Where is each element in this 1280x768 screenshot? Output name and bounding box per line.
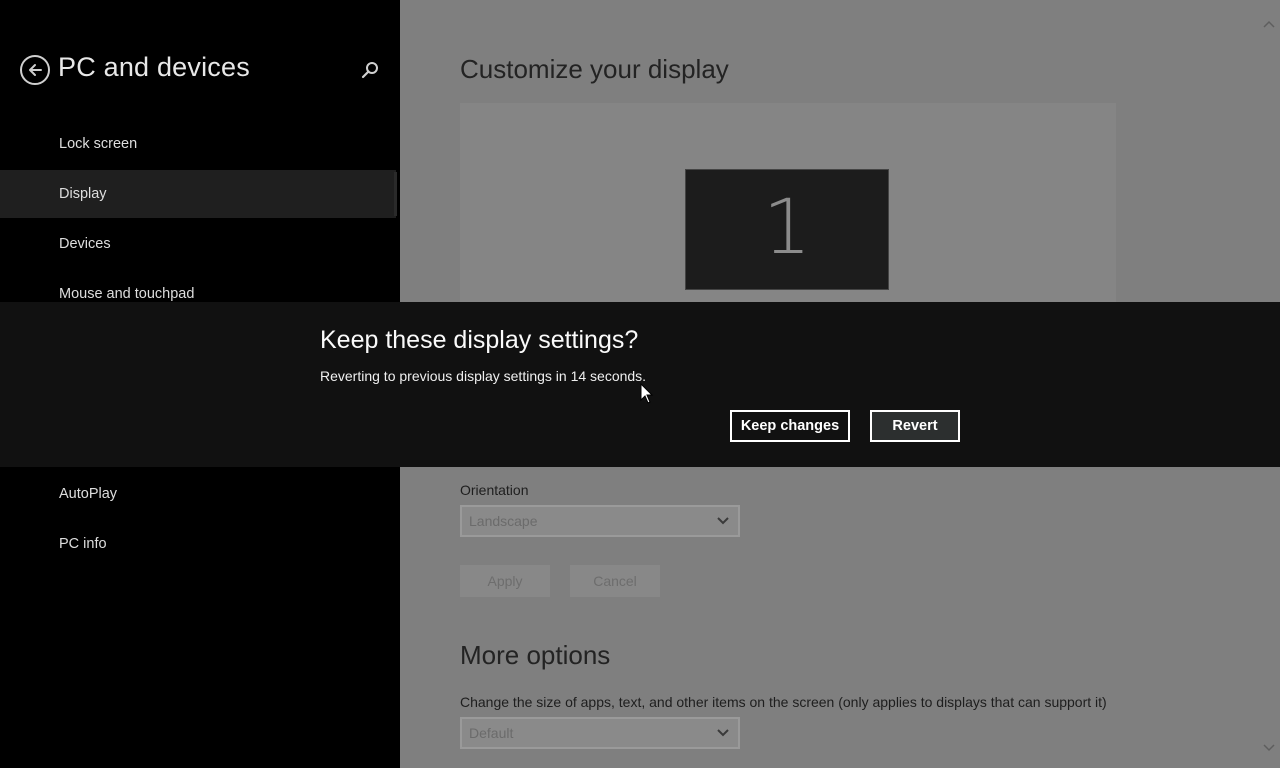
size-label: Change the size of apps, text, and other… xyxy=(460,694,1107,710)
sidebar-item-label: PC info xyxy=(59,536,107,552)
chevron-down-icon xyxy=(1263,744,1275,752)
sidebar-item-label: AutoPlay xyxy=(59,486,118,502)
sidebar-item-label: Display xyxy=(59,186,107,202)
back-button[interactable] xyxy=(20,55,50,85)
cancel-button[interactable]: Cancel xyxy=(570,565,660,597)
scroll-down-button[interactable] xyxy=(1262,740,1276,758)
sidebar-title: PC and devices xyxy=(58,52,250,82)
sidebar-item-label: Devices xyxy=(59,236,111,252)
scroll-up-button[interactable] xyxy=(1262,16,1276,34)
sidebar-item-display[interactable]: Display xyxy=(0,170,396,218)
orientation-label: Orientation xyxy=(460,482,529,498)
chevron-up-icon xyxy=(1263,20,1275,28)
more-options-title: More options xyxy=(460,640,611,670)
monitor-1-tile[interactable]: 1 xyxy=(685,169,889,290)
sidebar-item-lock-screen[interactable]: Lock screen xyxy=(0,120,396,168)
search-button[interactable] xyxy=(360,60,382,82)
back-arrow-icon xyxy=(29,64,42,76)
chevron-down-icon xyxy=(717,729,729,737)
orientation-select[interactable]: Landscape xyxy=(460,505,740,537)
sidebar-item-label: Lock screen xyxy=(59,136,138,152)
search-icon xyxy=(361,62,378,79)
revert-button[interactable]: Revert xyxy=(870,410,960,442)
sidebar-scroll-indicator xyxy=(394,172,397,216)
orientation-value: Landscape xyxy=(469,513,538,529)
size-value: Default xyxy=(469,725,514,741)
sidebar-item-pc-info[interactable]: PC info xyxy=(0,520,396,568)
dialog-title: Keep these display settings? xyxy=(320,326,639,354)
size-select[interactable]: Default xyxy=(460,717,740,749)
sidebar-item-autoplay[interactable]: AutoPlay xyxy=(0,470,396,518)
monitor-number: 1 xyxy=(762,182,812,271)
sidebar-item-label: Mouse and touchpad xyxy=(59,286,195,302)
mouse-cursor-icon xyxy=(640,383,654,404)
sidebar-item-devices[interactable]: Devices xyxy=(0,220,396,268)
chevron-down-icon xyxy=(717,517,729,525)
dialog-message: Reverting to previous display settings i… xyxy=(320,368,647,384)
page-title: Customize your display xyxy=(460,54,729,84)
apply-button[interactable]: Apply xyxy=(460,565,550,597)
keep-changes-button[interactable]: Keep changes xyxy=(730,410,850,442)
